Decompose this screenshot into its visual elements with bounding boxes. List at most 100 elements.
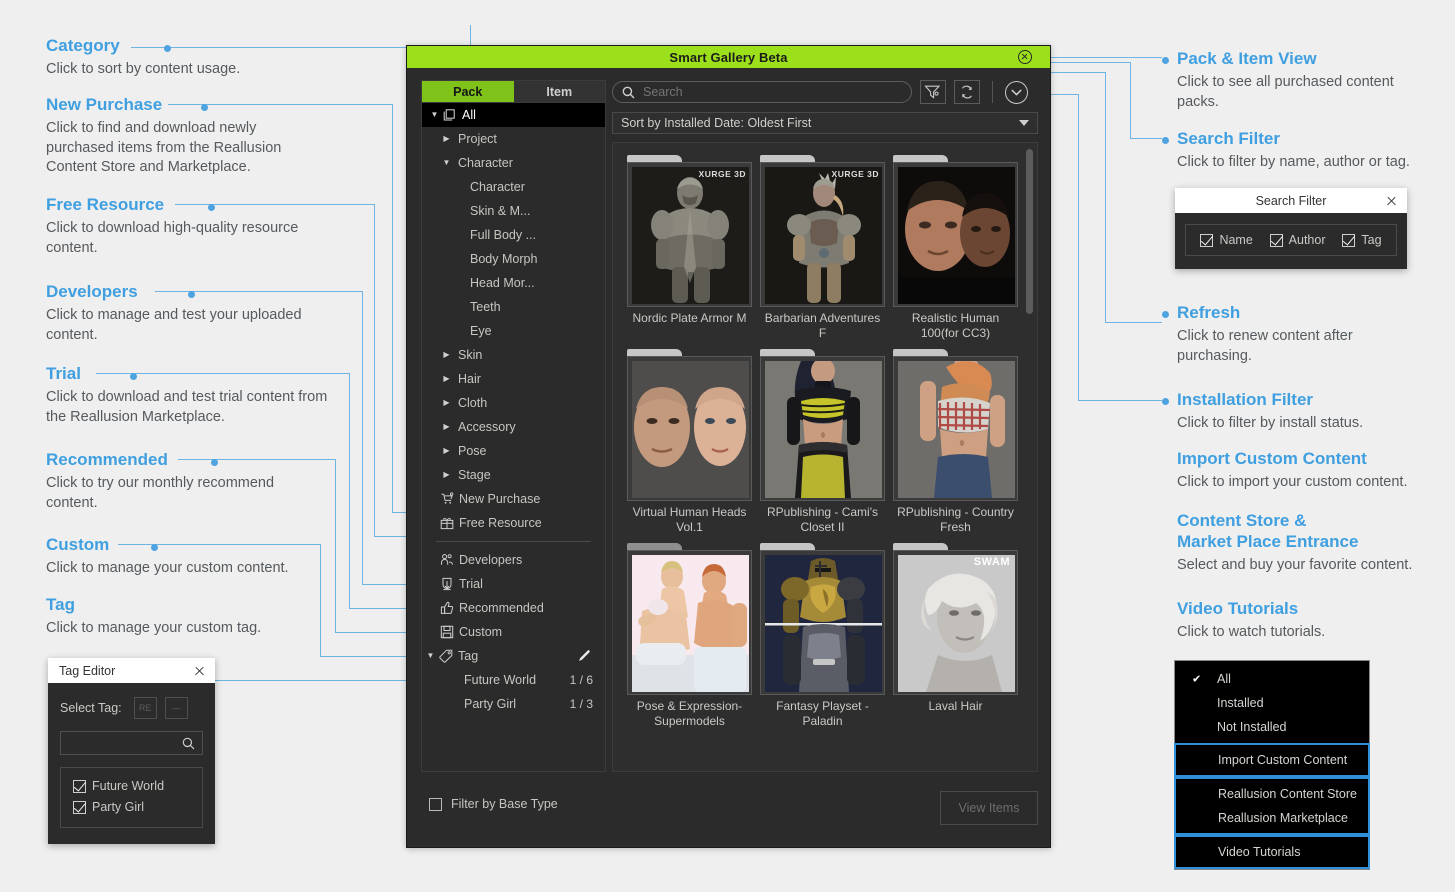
- annotation-pack-item-view-body: Click to see all purchased content packs…: [1177, 74, 1394, 110]
- twisty-right-icon[interactable]: ▶: [440, 399, 453, 407]
- tree-item-body-morph[interactable]: Body Morph: [422, 247, 605, 271]
- menu-item-label: Reallusion Content Store: [1218, 787, 1357, 801]
- annotation-import-custom-content: Import Custom Content Click to import yo…: [1177, 448, 1437, 493]
- checkbox-checked-icon[interactable]: [1342, 233, 1356, 247]
- add-tag-button[interactable]: RE: [133, 697, 157, 719]
- window-body: Pack Item ▼ All ▶ Project ▼ Character Ch…: [407, 68, 1050, 847]
- content-card[interactable]: Realistic Human 100(for CC3): [893, 155, 1018, 341]
- annotation-free-resource-body: Click to download high-quality resource …: [46, 220, 299, 256]
- annotation-refresh: Refresh Click to renew content after pur…: [1162, 302, 1427, 366]
- tree-item-label: Pose: [458, 444, 487, 458]
- tree-item-recommended[interactable]: Recommended: [422, 596, 605, 620]
- select-tag-row: Select Tag: RE —: [60, 697, 203, 719]
- tree-item-free-resource[interactable]: Free Resource: [422, 511, 605, 535]
- tree-item-label: New Purchase: [459, 492, 541, 506]
- tree-item-tag[interactable]: ▼ Tag: [422, 644, 605, 668]
- tree-item-developers[interactable]: Developers: [422, 548, 605, 572]
- content-card-title: Nordic Plate Armor M: [632, 311, 747, 325]
- tree-item-custom[interactable]: Custom: [422, 620, 605, 644]
- sort-dropdown[interactable]: Sort by Installed Date: Oldest First: [612, 112, 1038, 134]
- tree-item-all[interactable]: ▼ All: [422, 103, 605, 127]
- twisty-down-icon[interactable]: ▼: [424, 652, 437, 660]
- twisty-right-icon[interactable]: ▶: [440, 471, 453, 479]
- twisty-right-icon[interactable]: ▶: [440, 135, 453, 143]
- checkbox-checked-icon[interactable]: [1200, 233, 1214, 247]
- tree-item-trial[interactable]: Trial: [422, 572, 605, 596]
- tab-item[interactable]: Item: [514, 81, 606, 102]
- tree-item-character[interactable]: Character: [422, 175, 605, 199]
- content-card[interactable]: XURGE 3D Barbarian Adventures F: [760, 155, 885, 341]
- tree-item-cloth[interactable]: ▶ Cloth: [422, 391, 605, 415]
- tree-item-count: 1 / 6: [569, 673, 593, 687]
- menu-item-all[interactable]: ✔ All: [1175, 667, 1369, 691]
- folder-thumbnail: [627, 349, 752, 501]
- tag-list-item[interactable]: Future World: [73, 779, 192, 793]
- menu-item-installed[interactable]: Installed: [1175, 691, 1369, 715]
- content-grid-scrollbar[interactable]: [1026, 149, 1033, 314]
- content-card[interactable]: XURGE 3D Nordic Plate Armor M: [627, 155, 752, 341]
- menu-item-reallusion-content-store[interactable]: Reallusion Content Store: [1176, 782, 1368, 806]
- checkbox-checked-icon[interactable]: [73, 779, 86, 793]
- search-input[interactable]: [641, 84, 875, 100]
- tree-item-stage[interactable]: ▶ Stage: [422, 463, 605, 487]
- twisty-right-icon[interactable]: ▶: [440, 375, 453, 383]
- tree-item-teeth[interactable]: Teeth: [422, 295, 605, 319]
- folder-body: SWAM: [893, 550, 1018, 695]
- tree-item-head-morph[interactable]: Head Mor...: [422, 271, 605, 295]
- tree-item-accessory[interactable]: ▶ Accessory: [422, 415, 605, 439]
- annotation-free-resource: Free Resource Click to download high-qua…: [46, 194, 346, 258]
- tree-item-skin-m[interactable]: Skin & M...: [422, 199, 605, 223]
- menu-item-video-tutorials[interactable]: Video Tutorials: [1176, 840, 1368, 864]
- content-card[interactable]: RPublishing - Country Fresh: [893, 349, 1018, 535]
- twisty-down-icon[interactable]: ▼: [440, 159, 453, 167]
- search-filter-option-name[interactable]: Name: [1200, 233, 1253, 247]
- installation-filter-button[interactable]: [1005, 80, 1028, 104]
- content-card[interactable]: RPublishing - Cami's Closet II: [760, 349, 885, 535]
- brand-watermark: XURGE 3D: [831, 169, 879, 179]
- tab-pack[interactable]: Pack: [422, 81, 514, 102]
- twisty-right-icon[interactable]: ▶: [440, 351, 453, 359]
- content-card[interactable]: Fantasy Playset - Paladin: [760, 543, 885, 729]
- tree-item-full-body[interactable]: Full Body ...: [422, 223, 605, 247]
- checkbox-checked-icon[interactable]: [73, 800, 86, 814]
- twisty-right-icon[interactable]: ▶: [440, 447, 453, 455]
- annotation-refresh-body: Click to renew content after purchasing.: [1177, 328, 1353, 364]
- search-box[interactable]: [612, 81, 912, 103]
- filter-by-base-type-checkbox[interactable]: [429, 797, 442, 811]
- refresh-button[interactable]: [954, 80, 980, 104]
- pencil-icon[interactable]: [577, 649, 591, 663]
- search-filter-button[interactable]: [920, 80, 946, 104]
- search-filter-option-author[interactable]: Author: [1269, 233, 1326, 247]
- view-items-button[interactable]: View Items: [940, 791, 1038, 825]
- search-filter-option-tag[interactable]: Tag: [1342, 233, 1382, 247]
- annotation-pack-item-view-title: Pack & Item View: [1177, 49, 1317, 68]
- menu-item-not-installed[interactable]: Not Installed: [1175, 715, 1369, 739]
- content-card[interactable]: Pose & Expression-Supermodels: [627, 543, 752, 729]
- tree-item-eye[interactable]: Eye: [422, 319, 605, 343]
- tree-item-tag-party-girl[interactable]: Party Girl 1 / 3: [422, 692, 605, 716]
- tree-item-new-purchase[interactable]: New Purchase: [422, 487, 605, 511]
- remove-tag-button[interactable]: —: [164, 697, 188, 719]
- caret-down-icon[interactable]: [1019, 120, 1029, 126]
- content-card[interactable]: SWAM Laval Hair: [893, 543, 1018, 729]
- tree-item-project[interactable]: ▶ Project: [422, 127, 605, 151]
- tag-list-item[interactable]: Party Girl: [73, 800, 192, 814]
- annotation-category: Category Click to sort by content usage.: [46, 35, 346, 80]
- tree-item-tag-future-world[interactable]: Future World 1 / 6: [422, 668, 605, 692]
- close-icon[interactable]: [194, 665, 205, 676]
- tree-item-character-group[interactable]: ▼ Character: [422, 151, 605, 175]
- filter-by-base-type[interactable]: Filter by Base Type: [429, 797, 558, 811]
- tree-item-pose[interactable]: ▶ Pose: [422, 439, 605, 463]
- menu-item-import-custom-content[interactable]: Import Custom Content: [1176, 748, 1368, 772]
- content-grid-panel: XURGE 3D Nordic Plate Armor M XURGE 3D B…: [612, 142, 1038, 772]
- close-icon[interactable]: [1386, 195, 1397, 206]
- twisty-right-icon[interactable]: ▶: [440, 423, 453, 431]
- tag-search-input[interactable]: [60, 731, 203, 755]
- tree-item-hair[interactable]: ▶ Hair: [422, 367, 605, 391]
- menu-item-reallusion-marketplace[interactable]: Reallusion Marketplace: [1176, 806, 1368, 830]
- close-circle-icon[interactable]: [1018, 50, 1032, 64]
- twisty-down-icon[interactable]: ▼: [428, 111, 441, 119]
- content-card[interactable]: Virtual Human Heads Vol.1: [627, 349, 752, 535]
- tree-item-skin[interactable]: ▶ Skin: [422, 343, 605, 367]
- checkbox-checked-icon[interactable]: [1269, 233, 1283, 247]
